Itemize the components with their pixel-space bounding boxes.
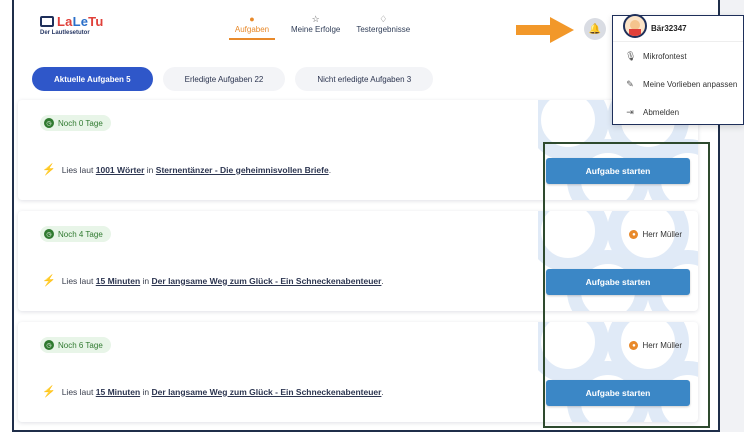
ribbon-icon: ♢ xyxy=(379,14,388,24)
tab-erledigte-aufgaben[interactable]: Erledigte Aufgaben 22 xyxy=(162,67,286,91)
menu-item-vorlieben[interactable]: ✎ Meine Vorlieben anpassen xyxy=(613,70,743,98)
clock-icon: ◷ xyxy=(44,229,54,239)
microphone-icon: 🎙 xyxy=(625,50,637,61)
due-badge: ◷ Noch 0 Tage xyxy=(40,115,111,131)
tab-aktuelle-aufgaben[interactable]: Aktuelle Aufgaben 5 xyxy=(32,67,153,91)
menu-item-label: Mikrofontest xyxy=(643,51,687,61)
nav-item-aufgaben[interactable]: ● Aufgaben xyxy=(229,14,275,40)
due-text: Noch 6 Tage xyxy=(58,340,103,350)
task-connector: in xyxy=(142,275,150,286)
clock-icon: ◷ xyxy=(44,340,54,350)
task-connector: in xyxy=(142,386,150,397)
task-amount: 1001 Wörter xyxy=(95,164,145,175)
active-indicator xyxy=(229,38,275,40)
book-title-link[interactable]: Der langsame Weg zum Glück - Ein Schneck… xyxy=(152,276,382,286)
due-text: Noch 0 Tage xyxy=(58,118,103,128)
user-menu: Bär32347 🎙 Mikrofontest ✎ Meine Vorliebe… xyxy=(612,14,744,126)
due-badge: ◷ Noch 4 Tage xyxy=(40,226,111,242)
logo-text-c: Tu xyxy=(88,14,104,29)
menu-item-mikrofontest[interactable]: 🎙 Mikrofontest xyxy=(613,42,743,70)
task-prefix: Lies laut xyxy=(61,386,94,397)
due-badge: ◷ Noch 6 Tage xyxy=(40,337,111,353)
logo[interactable]: LaLeTu Der Lautlesetutor xyxy=(40,14,103,36)
task-icon: ● xyxy=(249,14,255,24)
book-title-link[interactable]: Der langsame Weg zum Glück - Ein Schneck… xyxy=(152,387,382,397)
teacher-label: ● Herr Müller xyxy=(629,230,682,239)
task-suffix: . xyxy=(381,275,384,286)
logo-subtitle: Der Lautlesetutor xyxy=(40,30,90,36)
logo-text-b: Le xyxy=(72,14,89,29)
star-icon: ☆ xyxy=(311,14,320,24)
start-task-button[interactable]: Aufgabe starten xyxy=(546,380,690,406)
task-suffix: . xyxy=(328,164,332,175)
due-text: Noch 4 Tage xyxy=(58,229,103,239)
task-prefix: Lies laut xyxy=(61,164,94,175)
nav-label: Aufgaben xyxy=(234,25,270,34)
lightning-icon: ⚡ xyxy=(42,386,56,398)
teacher-label: ● Herr Müller xyxy=(629,341,682,350)
preferences-icon: ✎ xyxy=(626,78,634,89)
start-task-button[interactable]: Aufgabe starten xyxy=(546,269,690,295)
bell-icon[interactable]: 🔔 xyxy=(584,18,606,40)
nav-item-testergebnisse[interactable]: ♢ Testergebnisse xyxy=(356,14,410,40)
menu-item-label: Meine Vorlieben anpassen xyxy=(643,79,738,89)
avatar[interactable] xyxy=(623,14,647,38)
lightning-icon: ⚡ xyxy=(42,275,56,287)
book-title-link[interactable]: Sternentänzer - Die geheimnisvollen Brie… xyxy=(156,165,329,175)
nav-label: Meine Erfolge xyxy=(291,25,341,34)
avatar-icon xyxy=(629,20,641,36)
task-suffix: . xyxy=(381,386,384,397)
clock-icon: ◷ xyxy=(44,118,54,128)
teacher-name: Herr Müller xyxy=(642,341,682,350)
teacher-name: Herr Müller xyxy=(642,230,682,239)
menu-item-abmelden[interactable]: ⇥ Abmelden xyxy=(613,98,743,126)
task-card: ◷ Noch 4 Tage ● Herr Müller ⚡ Lies laut … xyxy=(18,211,698,311)
task-description: ⚡ Lies laut 15 Minuten in Der langsame W… xyxy=(42,274,384,287)
background-pattern xyxy=(538,322,698,422)
task-prefix: Lies laut xyxy=(61,275,94,286)
task-amount: 15 Minuten xyxy=(95,386,141,397)
logo-text-a: La xyxy=(57,14,73,29)
lightning-icon: ⚡ xyxy=(42,164,56,176)
tab-nicht-erledigte-aufgaben[interactable]: Nicht erledigte Aufgaben 3 xyxy=(295,67,434,91)
logout-icon: ⇥ xyxy=(626,106,634,117)
teacher-icon: ● xyxy=(629,341,639,350)
task-tabs: Aktuelle Aufgaben 5 Erledigte Aufgaben 2… xyxy=(32,67,434,91)
task-card: ◷ Noch 0 Tage ⚡ Lies laut 1001 Wörter in… xyxy=(18,100,698,200)
task-description: ⚡ Lies laut 15 Minuten in Der langsame W… xyxy=(42,385,384,398)
main-nav: ● Aufgaben ☆ Meine Erfolge ♢ Testergebni… xyxy=(229,14,410,40)
menu-item-label: Abmelden xyxy=(643,107,680,117)
task-amount: 15 Minuten xyxy=(95,275,141,286)
logo-icon xyxy=(40,16,54,27)
task-connector: in xyxy=(146,164,154,175)
nav-label: Testergebnisse xyxy=(356,25,411,34)
task-description: ⚡ Lies laut 1001 Wörter in Sternentänzer… xyxy=(42,163,331,176)
arrow-icon xyxy=(516,17,574,43)
background-pattern xyxy=(538,211,698,311)
start-task-button[interactable]: Aufgabe starten xyxy=(546,158,690,184)
nav-item-meine-erfolge[interactable]: ☆ Meine Erfolge xyxy=(291,14,340,40)
task-card: ◷ Noch 6 Tage ● Herr Müller ⚡ Lies laut … xyxy=(18,322,698,422)
teacher-icon: ● xyxy=(629,230,639,239)
